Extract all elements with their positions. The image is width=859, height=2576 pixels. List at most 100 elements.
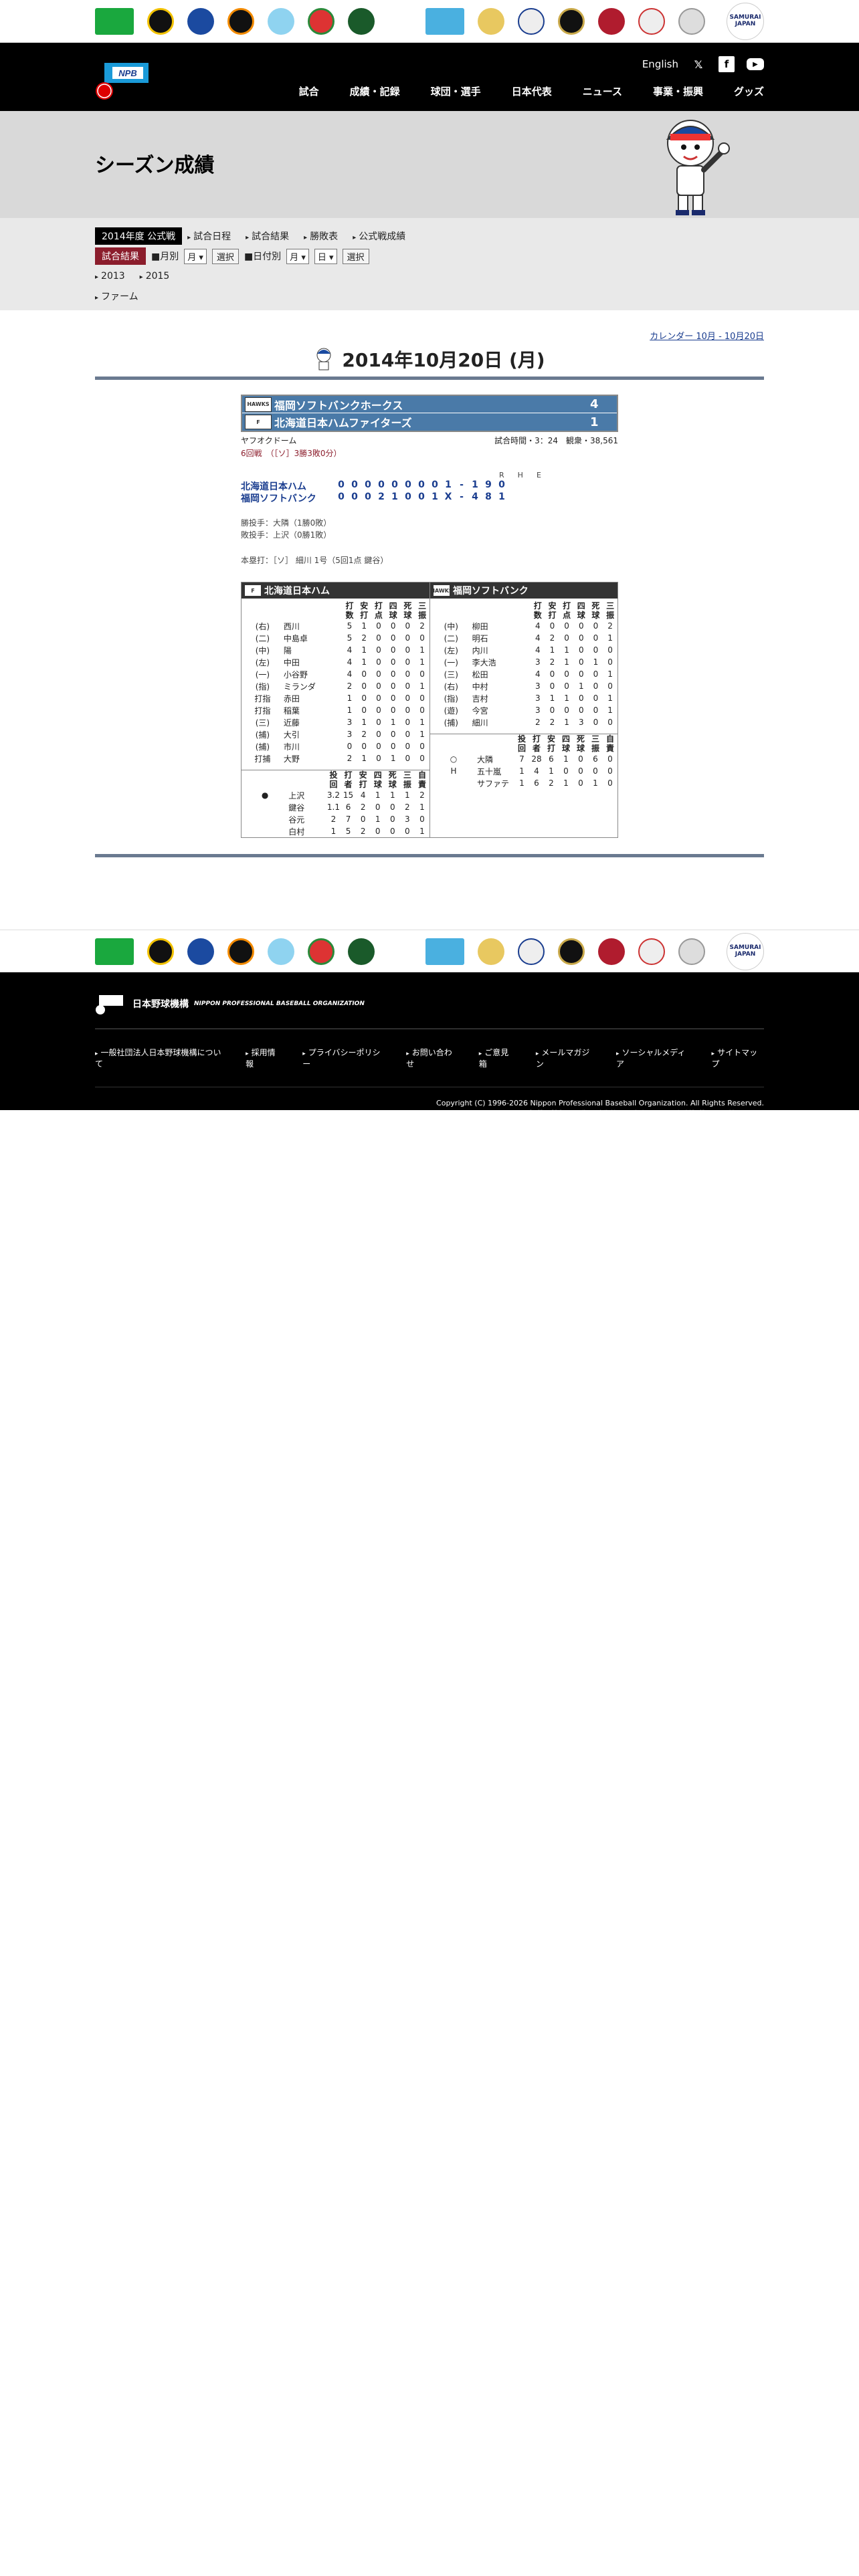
standings-link[interactable]: 勝敗表 bbox=[304, 229, 338, 243]
away-batting-table: 打数 安打 打点 四球 死球 三振 (右) 西川 5 1 0 0 0 2 (二) 中島卓 5 2 0 0 0 0 (中) 陽… bbox=[242, 601, 430, 764]
fighters-logo-icon[interactable] bbox=[518, 938, 545, 965]
calendar-day-link[interactable]: 10月20日 bbox=[725, 332, 764, 342]
lions-logo-icon[interactable] bbox=[425, 8, 464, 35]
league-logo-icon[interactable] bbox=[678, 938, 705, 965]
homerun-info: 本塁打：［ソ］ 細川 1号（5回1点 鍵谷） bbox=[241, 556, 389, 565]
nav-stats[interactable]: 成績・記録 bbox=[350, 84, 400, 98]
batter-row: 打指 稲葉 1 0 0 0 0 0 bbox=[254, 706, 425, 716]
npb-logo-icon[interactable]: NPB bbox=[95, 58, 157, 103]
copy-notice: 掲載の情報、画像、映像等の二次利用および無断転載を固く禁じます。 bbox=[529, 1109, 764, 1118]
batter-row: (一) 小谷野 4 0 0 0 0 0 bbox=[255, 669, 425, 679]
dragons-logo-icon[interactable] bbox=[308, 938, 335, 965]
results-link[interactable]: 試合結果 bbox=[246, 229, 289, 243]
npb-footer-logo-icon[interactable] bbox=[95, 992, 127, 1015]
footer-link-contact[interactable]: お問い合わせ bbox=[406, 1047, 459, 1069]
day-select[interactable]: 日 ▾ bbox=[314, 248, 337, 264]
batter-row: (捕) 市川 0 0 0 0 0 0 bbox=[255, 742, 425, 752]
hawks-team-icon: HAWKS bbox=[245, 397, 272, 412]
fighters-team-icon: F bbox=[244, 584, 262, 597]
nav-news[interactable]: ニュース bbox=[583, 84, 622, 98]
stadium: ヤフオクドーム bbox=[241, 436, 297, 445]
league-logo-icon[interactable] bbox=[678, 8, 705, 35]
year-2013-link[interactable]: 2013 bbox=[95, 271, 125, 282]
hawks-logo-icon[interactable] bbox=[478, 938, 504, 965]
month-select-button[interactable]: 選択 bbox=[211, 248, 239, 264]
giants-logo-icon[interactable] bbox=[227, 8, 254, 35]
month-label: ■月別 bbox=[151, 251, 179, 262]
copyright: Copyright (C) 1996-2026 Nippon Professio… bbox=[436, 1099, 764, 1107]
batter-row: (指) ミランダ 2 0 0 0 0 1 bbox=[255, 681, 425, 691]
nav-japan[interactable]: 日本代表 bbox=[512, 84, 552, 98]
away-box: F 北海道日本ハム 打数 安打 打点 四球 死球 三振 (右) 西川 5 1 0 0 0 2 (二) 中島卓 5… bbox=[242, 582, 430, 837]
month-select[interactable]: 月 ▾ bbox=[184, 248, 207, 264]
away-team-score: 1 bbox=[590, 415, 599, 429]
footer-link-mail[interactable]: メールマガジン bbox=[536, 1047, 596, 1069]
bull-logo-icon[interactable] bbox=[348, 938, 375, 965]
year-2015-link[interactable]: 2015 bbox=[140, 271, 170, 282]
mascot-small-icon bbox=[316, 348, 331, 370]
buffaloes-logo-icon[interactable] bbox=[558, 938, 585, 965]
nav-games[interactable]: 試合 bbox=[299, 84, 319, 98]
day-select-button[interactable]: 選択 bbox=[342, 248, 369, 264]
footer-link-recruit[interactable]: 採用情報 bbox=[246, 1047, 282, 1069]
tigers-logo-icon[interactable] bbox=[147, 8, 174, 35]
calendar-month-link[interactable]: カレンダー 10月 bbox=[650, 332, 716, 342]
hawks-team-icon: HAWKS bbox=[430, 584, 453, 597]
footer-link-feedback[interactable]: ご意見箱 bbox=[479, 1047, 516, 1069]
svg-text:NPB: NPB bbox=[118, 68, 136, 78]
home-team-name: 福岡ソフトバンクホークス bbox=[274, 399, 403, 412]
pitcher-row: ○ 大隣 7 28 6 1 0 6 0 bbox=[450, 754, 613, 764]
swallows-logo-icon[interactable] bbox=[268, 8, 294, 35]
youtube-icon[interactable]: ▶ bbox=[747, 58, 764, 70]
day-month-select[interactable]: 月 ▾ bbox=[286, 248, 309, 264]
hawks-logo-icon[interactable] bbox=[478, 8, 504, 35]
batter-row: (中) 陽 4 1 0 0 0 1 bbox=[255, 645, 425, 655]
english-link[interactable]: English bbox=[642, 58, 678, 70]
nav-business[interactable]: 事業・振興 bbox=[653, 84, 703, 98]
site-footer: 日本野球機構 NIPPON PROFESSIONAL BASEBALL ORGA… bbox=[0, 972, 859, 1118]
home-box: HAWKS 福岡ソフトバンク 打数 安打 打点 四球 死球 三振 (中) 柳田 4 0 0 0 0 2 (二… bbox=[430, 582, 617, 837]
footer-link-sitemap[interactable]: サイトマップ bbox=[712, 1047, 765, 1069]
baystars-logo-icon[interactable] bbox=[187, 8, 214, 35]
carp-logo-icon[interactable] bbox=[95, 8, 134, 35]
home-pitching-table: 投回 打者 安打 四球 死球 三振 自責 ○ 大隣 7 28 6 1 0 6 0 H 五十嵐 1 4 1 0 0 0 0 サファ… bbox=[430, 734, 617, 789]
footer-org-en: NIPPON PROFESSIONAL BASEBALL ORGANIZATIO… bbox=[194, 1000, 365, 1007]
game-date: 2014年10月20日 (月) bbox=[342, 349, 545, 371]
eagles-logo-icon[interactable] bbox=[598, 938, 625, 965]
pitcher-row: 白村 1 5 2 0 0 0 1 bbox=[288, 827, 425, 837]
footer-link-social[interactable]: ソーシャルメディア bbox=[616, 1047, 692, 1069]
carp-logo-icon[interactable] bbox=[95, 938, 134, 965]
day-label: ■日付別 bbox=[244, 251, 282, 262]
marines-logo-icon[interactable] bbox=[638, 938, 665, 965]
batter-row: (左) 内川 4 1 1 0 0 0 bbox=[444, 645, 613, 655]
samurai-japan-icon[interactable]: SAMURAI JAPAN bbox=[727, 3, 764, 40]
fighters-team-icon: F bbox=[245, 415, 272, 429]
nav-goods[interactable]: グッズ bbox=[734, 84, 764, 98]
baystars-logo-icon[interactable] bbox=[187, 938, 214, 965]
farm-link[interactable]: ファーム bbox=[95, 290, 138, 303]
dragons-logo-icon[interactable] bbox=[308, 8, 335, 35]
footer-link-privacy[interactable]: プライバシーポリシー bbox=[302, 1047, 386, 1069]
buffaloes-logo-icon[interactable] bbox=[558, 8, 585, 35]
fighters-logo-icon[interactable] bbox=[518, 8, 545, 35]
bull-logo-icon[interactable] bbox=[348, 8, 375, 35]
eagles-logo-icon[interactable] bbox=[598, 8, 625, 35]
lions-logo-icon[interactable] bbox=[425, 938, 464, 965]
main-content: カレンダー 10月 - 10月20日 2014年10月20日 (月) HAWKS… bbox=[0, 310, 859, 857]
footer-link-about[interactable]: 一般社団法人日本野球機構について bbox=[95, 1047, 225, 1069]
batter-row: (二) 明石 4 2 0 0 0 1 bbox=[444, 633, 613, 643]
facebook-icon[interactable]: f bbox=[719, 56, 735, 72]
samurai-japan-icon[interactable]: SAMURAI JAPAN bbox=[727, 933, 764, 970]
official-stats-link[interactable]: 公式戦成績 bbox=[353, 229, 405, 243]
swallows-logo-icon[interactable] bbox=[268, 938, 294, 965]
nav-teams[interactable]: 球団・選手 bbox=[431, 84, 481, 98]
batter-row: (指) 吉村 3 1 1 0 0 1 bbox=[444, 693, 613, 704]
giants-logo-icon[interactable] bbox=[227, 938, 254, 965]
marines-logo-icon[interactable] bbox=[638, 8, 665, 35]
home-team-score: 4 bbox=[590, 397, 599, 411]
site-header: NPB English 𝕏 f ▶ 試合 成績・記録 球団・選手 日本代表 ニュ… bbox=[0, 43, 859, 111]
line-score: R H E 北海道日本ハム 000000001-190 福岡ソフトバンク 000… bbox=[241, 471, 618, 504]
tigers-logo-icon[interactable] bbox=[147, 938, 174, 965]
schedule-link[interactable]: 試合日程 bbox=[187, 229, 231, 243]
x-icon[interactable]: 𝕏 bbox=[690, 56, 706, 72]
